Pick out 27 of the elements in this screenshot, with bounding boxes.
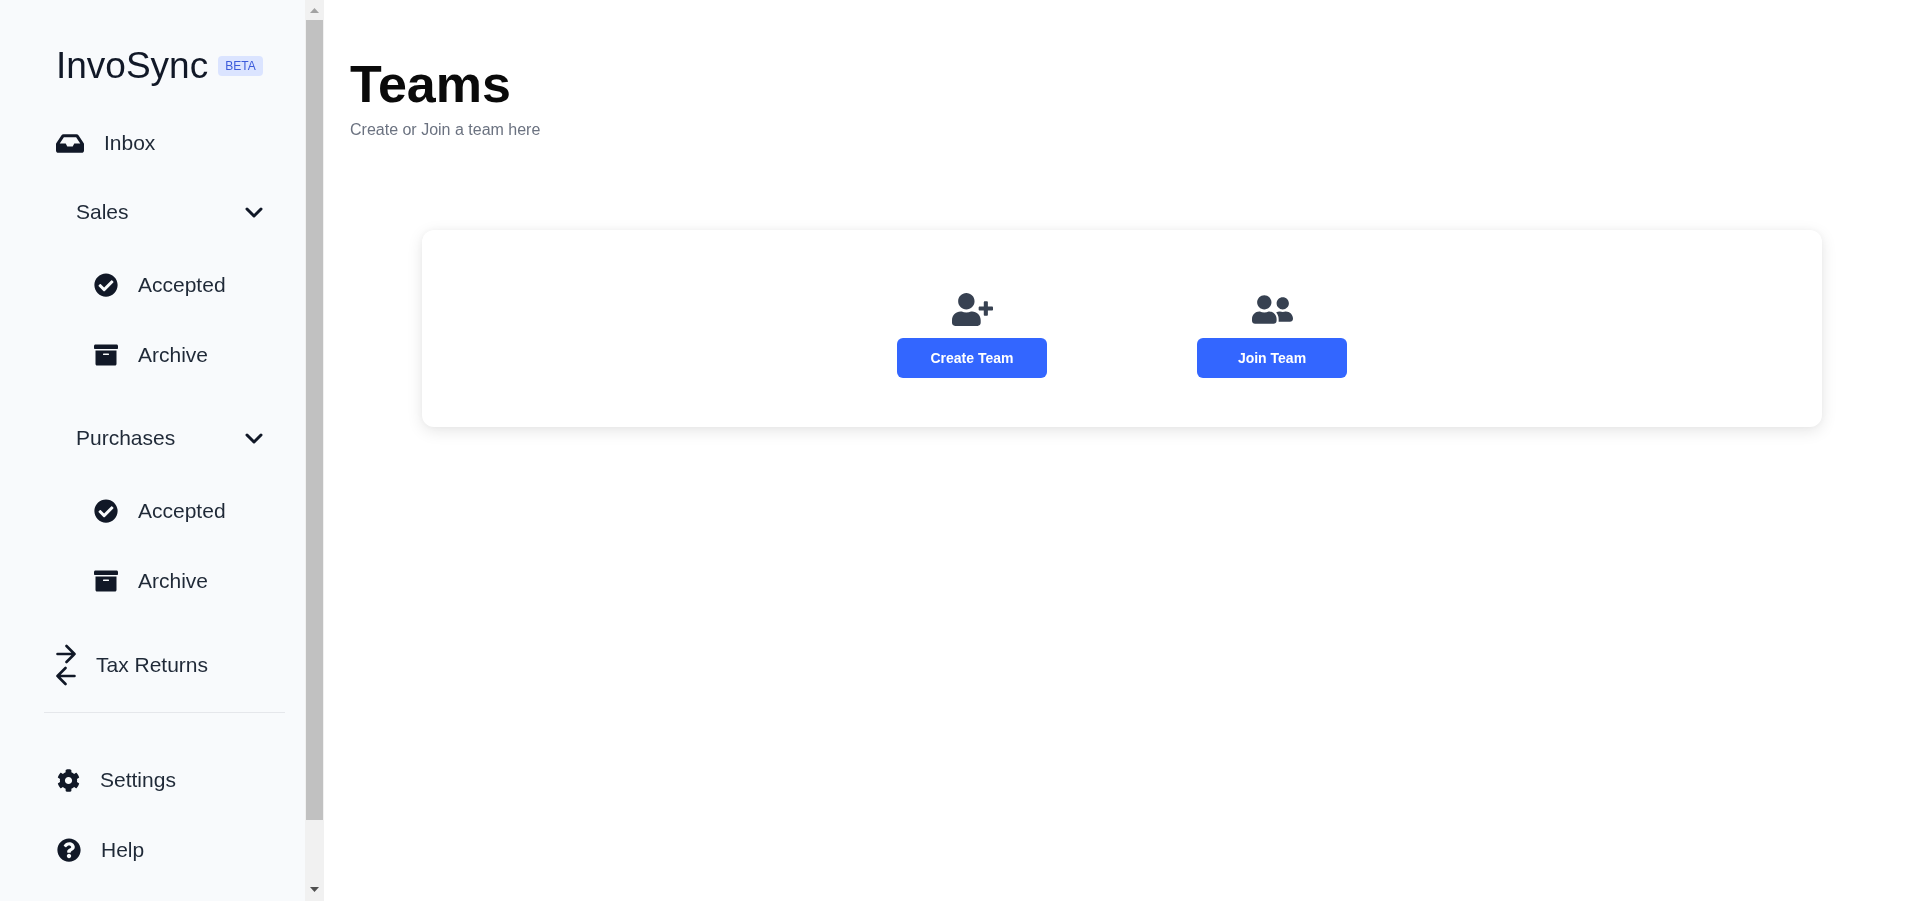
sidebar-section-toggle[interactable]: Sales xyxy=(76,196,263,228)
sidebar-section-toggle[interactable]: Purchases xyxy=(76,422,263,454)
scroll-down-arrow-icon[interactable] xyxy=(310,887,319,892)
sidebar-item[interactable]: Inbox xyxy=(56,127,156,159)
sidebar-subitem[interactable]: Accepted xyxy=(94,269,226,301)
help-icon xyxy=(57,838,81,862)
scroll-up-arrow-icon[interactable] xyxy=(310,8,319,13)
sidebar-subitem[interactable]: Archive xyxy=(94,565,209,597)
sidebar-item[interactable]: Help xyxy=(57,834,145,866)
sidebar-subitem[interactable]: Archive xyxy=(94,339,209,371)
archive-box-icon xyxy=(94,343,118,367)
swap-arrows-icon xyxy=(56,644,76,686)
sidebar-item[interactable]: Tax Returns xyxy=(56,644,209,686)
scrollbar-thumb[interactable] xyxy=(306,20,323,820)
team-action-button[interactable]: Create Team xyxy=(897,338,1047,378)
settings-icon xyxy=(57,768,80,792)
brand-logo: InvoSync xyxy=(56,44,209,88)
beta-badge: BETA xyxy=(218,56,263,76)
sidebar-subitem[interactable]: Accepted xyxy=(94,495,226,527)
scrollbar[interactable] xyxy=(305,0,324,901)
page-subtitle: Create or Join a team here xyxy=(350,120,541,140)
archive-box-icon xyxy=(94,569,118,593)
users-icon xyxy=(1251,293,1293,326)
sidebar-item[interactable]: Settings xyxy=(57,764,176,796)
page-title: Teams xyxy=(350,58,511,110)
team-action-button[interactable]: Join Team xyxy=(1197,338,1347,378)
add-user-icon xyxy=(951,293,993,326)
